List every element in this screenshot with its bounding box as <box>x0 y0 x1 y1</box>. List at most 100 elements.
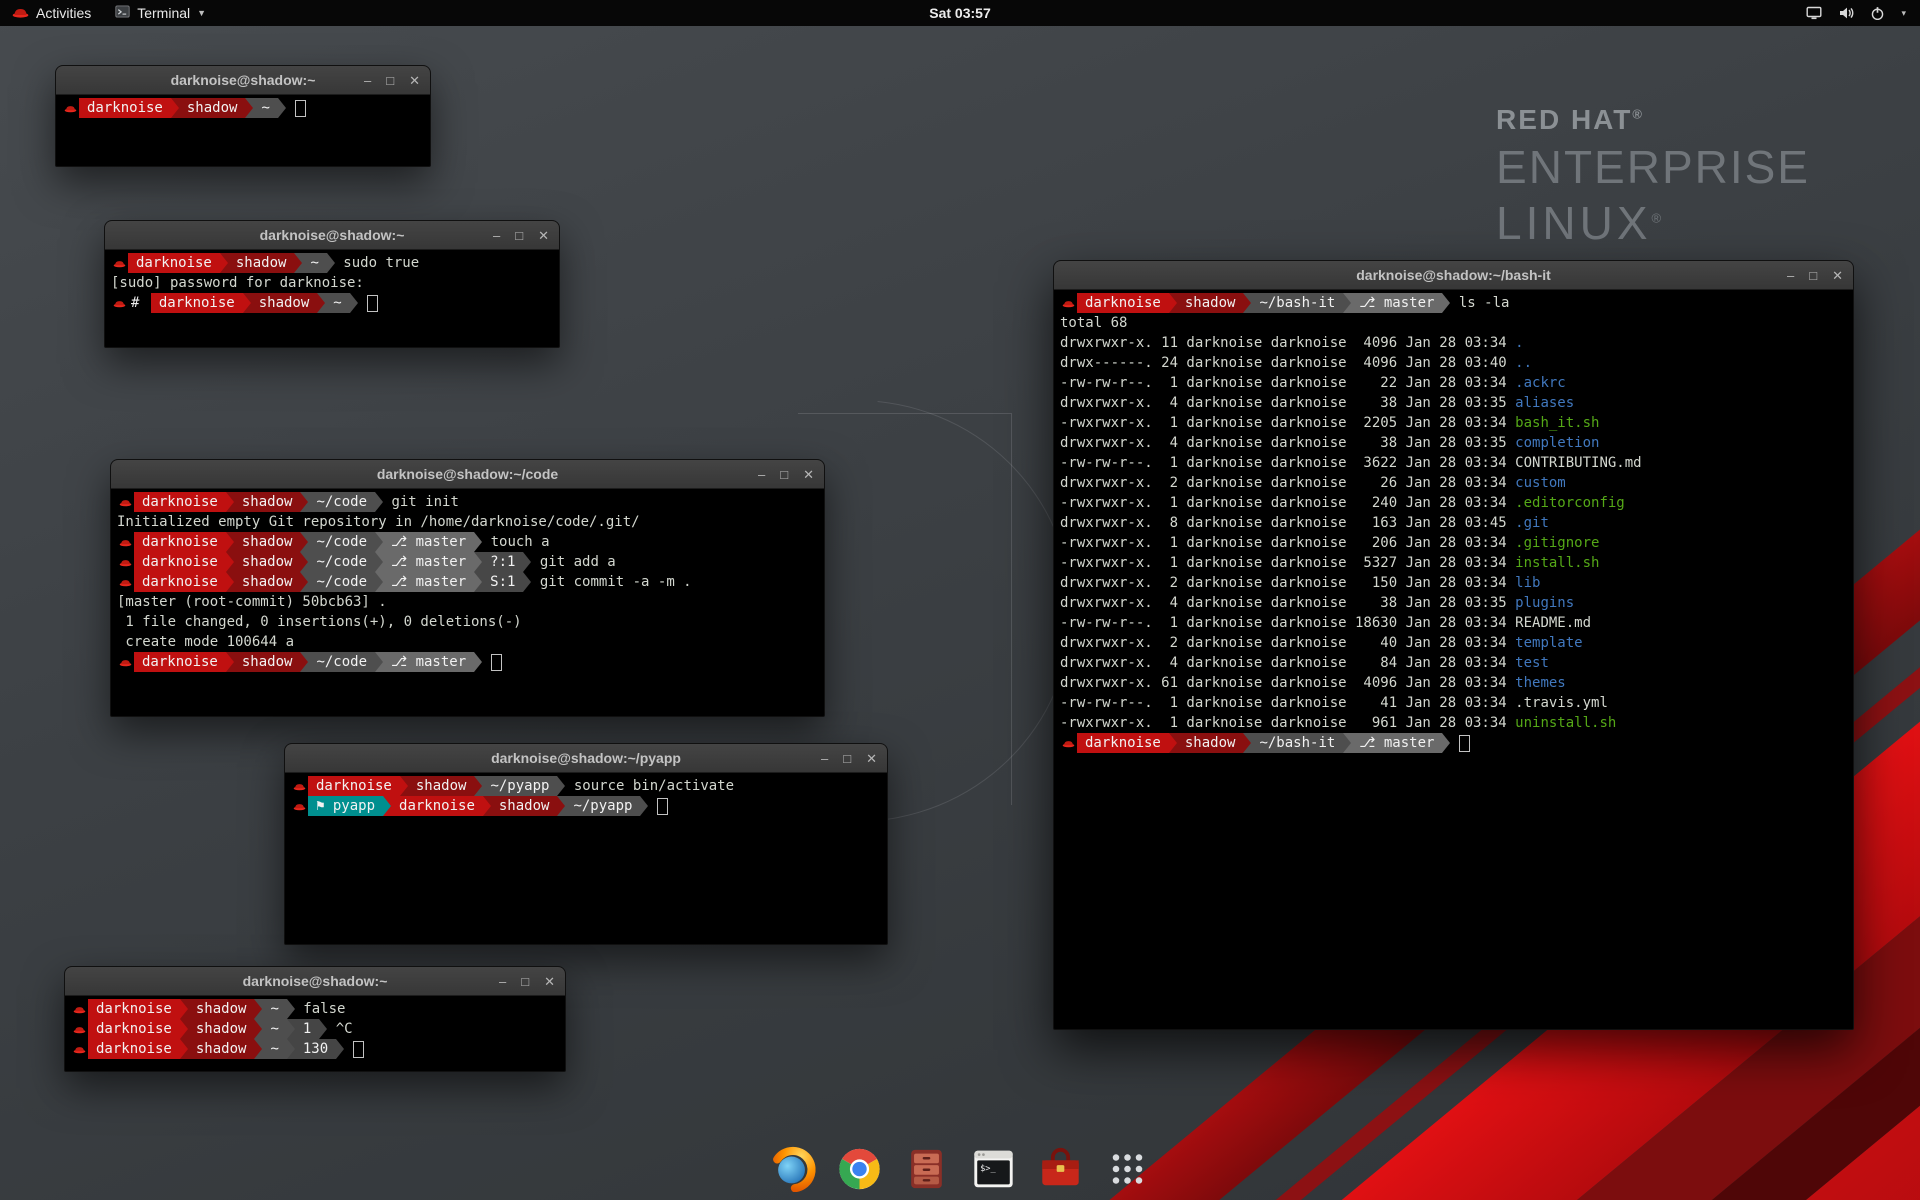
clock[interactable]: Sat 03:57 <box>929 5 990 21</box>
close-button[interactable]: ✕ <box>866 752 877 765</box>
window-title: darknoise@shadow:~/bash-it <box>1054 261 1853 289</box>
minimize-button[interactable]: – <box>493 229 500 242</box>
powerline-arrow-icon <box>226 552 234 572</box>
close-button[interactable]: ✕ <box>538 229 549 242</box>
minimize-button[interactable]: – <box>1787 269 1794 282</box>
output-line: drwxrwxr-x. 4 darknoise darknoise 38 Jan… <box>1060 433 1851 453</box>
terminal-cursor <box>657 798 668 815</box>
brand-line1: RED HAT <box>1496 104 1632 135</box>
minimize-button[interactable]: – <box>758 468 765 481</box>
minimize-button[interactable]: – <box>821 752 828 765</box>
titlebar[interactable]: darknoise@shadow:~ – □ ✕ <box>105 221 559 250</box>
minimize-button[interactable]: – <box>364 74 371 87</box>
system-status-area[interactable]: ▾ <box>1806 0 1920 26</box>
prompt-segment: darknoise <box>88 1039 180 1059</box>
maximize-button[interactable]: □ <box>386 74 394 87</box>
output-text: -rwxrwxr-x. 1 darknoise darknoise 206 Ja… <box>1060 535 1515 551</box>
prompt-segment: ~ <box>262 1039 286 1059</box>
output-line: drwxrwxr-x. 11 darknoise darknoise 4096 … <box>1060 333 1851 353</box>
output-line: [sudo] password for darknoise: <box>111 273 557 293</box>
output-text: [master (root-commit) 50bcb63] . <box>117 594 387 610</box>
prompt-segment: ~ <box>262 999 286 1019</box>
maximize-button[interactable]: □ <box>780 468 788 481</box>
output-line: [master (root-commit) 50bcb63] . <box>117 592 822 612</box>
close-button[interactable]: ✕ <box>803 468 814 481</box>
maximize-button[interactable]: □ <box>521 975 529 988</box>
output-text: test <box>1515 655 1549 671</box>
window-title: darknoise@shadow:~ <box>105 221 559 249</box>
powerline-arrow-icon <box>474 532 482 552</box>
maximize-button[interactable]: □ <box>515 229 523 242</box>
prompt-line: darknoiseshadow~ sudo true <box>111 253 557 273</box>
firefox-icon[interactable] <box>768 1144 818 1194</box>
powerline-arrow-icon <box>375 572 383 592</box>
titlebar[interactable]: darknoise@shadow:~ – □ ✕ <box>56 66 430 95</box>
prompt-segment: darknoise <box>134 532 226 552</box>
chrome-icon[interactable] <box>835 1144 885 1194</box>
powerline-arrow-icon <box>640 796 648 816</box>
prompt-segment: ~/code <box>308 492 375 512</box>
output-text: drwxrwxr-x. 2 darknoise darknoise 26 Jan… <box>1060 475 1515 491</box>
terminal-content[interactable]: darknoiseshadow~/code git initInitialize… <box>111 489 824 716</box>
prompt-segment: darknoise <box>128 253 220 273</box>
prompt-segment: darknoise <box>134 652 226 672</box>
titlebar[interactable]: darknoise@shadow:~/pyapp – □ ✕ <box>285 744 887 773</box>
powerline-arrow-icon <box>300 572 308 592</box>
prompt-segment: shadow <box>234 492 301 512</box>
file-cabinet-icon[interactable] <box>902 1144 952 1194</box>
powerline-arrow-icon <box>474 572 482 592</box>
titlebar[interactable]: darknoise@shadow:~ – □ ✕ <box>65 967 565 996</box>
prompt-segment: ?:1 <box>482 552 523 572</box>
minimize-button[interactable]: – <box>499 975 506 988</box>
redhat-prompt-icon <box>71 1045 88 1054</box>
maximize-button[interactable]: □ <box>1809 269 1817 282</box>
terminal-window-bash-it: darknoise@shadow:~/bash-it – □ ✕ darknoi… <box>1053 260 1854 1030</box>
maximize-button[interactable]: □ <box>843 752 851 765</box>
output-line: drwxrwxr-x. 2 darknoise darknoise 26 Jan… <box>1060 473 1851 493</box>
terminal-cursor <box>353 1041 364 1058</box>
volume-icon[interactable] <box>1838 6 1854 20</box>
terminal-content[interactable]: darknoiseshadow~/bash-it⎇ master ls -la t… <box>1054 290 1853 1029</box>
prompt-segment: S:1 <box>482 572 523 592</box>
display-icon[interactable] <box>1806 6 1822 20</box>
toolbox-icon[interactable] <box>1036 1144 1086 1194</box>
prompt-line: # darknoiseshadow~ <box>111 293 557 313</box>
titlebar[interactable]: darknoise@shadow:~/bash-it – □ ✕ <box>1054 261 1853 290</box>
show-applications-icon[interactable] <box>1103 1144 1153 1194</box>
close-button[interactable]: ✕ <box>409 74 420 87</box>
output-text: drwx------. 24 darknoise darknoise 4096 … <box>1060 355 1515 371</box>
activities-button[interactable]: Activities <box>0 0 103 26</box>
powerline-arrow-icon <box>245 98 253 118</box>
app-menu-terminal[interactable]: Terminal ▼ <box>103 0 218 26</box>
terminal-content[interactable]: darknoiseshadow~ falsedarknoiseshadow~1 … <box>65 996 565 1071</box>
terminal-content[interactable]: darknoiseshadow~ sudo true[sudo] passwor… <box>105 250 559 347</box>
terminal-icon[interactable]: $>_ <box>969 1144 1019 1194</box>
powerline-arrow-icon <box>474 652 482 672</box>
powerline-arrow-icon <box>1243 293 1251 313</box>
powerline-arrow-icon <box>1442 293 1450 313</box>
rhel-wallpaper-logo: RED HAT® ENTERPRISE LINUX® <box>1496 104 1810 250</box>
prompt-line: darknoiseshadow~/code git init <box>117 492 822 512</box>
desktop: RED HAT® ENTERPRISE LINUX® Activities Te… <box>0 0 1920 1200</box>
output-line: drwxrwxr-x. 2 darknoise darknoise 40 Jan… <box>1060 633 1851 653</box>
powerline-arrow-icon <box>287 1019 295 1039</box>
terminal-content[interactable]: darknoiseshadow~/pyapp source bin/activa… <box>285 773 887 944</box>
powerline-arrow-icon <box>278 98 286 118</box>
powerline-arrow-icon <box>294 253 302 273</box>
close-button[interactable]: ✕ <box>544 975 555 988</box>
terminal-content[interactable]: darknoiseshadow~ <box>56 95 430 166</box>
app-menu-label: Terminal <box>137 5 190 21</box>
powerline-arrow-icon <box>375 552 383 572</box>
close-button[interactable]: ✕ <box>1832 269 1843 282</box>
prompt-segment: ~/bash-it <box>1251 293 1343 313</box>
prompt-segment: ~ <box>253 98 277 118</box>
prompt-line: darknoiseshadow~/bash-it⎇ master ls -la <box>1060 293 1851 313</box>
power-icon[interactable] <box>1870 6 1885 21</box>
titlebar[interactable]: darknoise@shadow:~/code – □ ✕ <box>111 460 824 489</box>
output-line: -rw-rw-r--. 1 darknoise darknoise 41 Jan… <box>1060 693 1851 713</box>
output-text: custom <box>1515 475 1566 491</box>
powerline-arrow-icon <box>375 652 383 672</box>
prompt-segment: shadow <box>491 796 558 816</box>
output-text: themes <box>1515 675 1566 691</box>
powerline-arrow-icon <box>474 776 482 796</box>
